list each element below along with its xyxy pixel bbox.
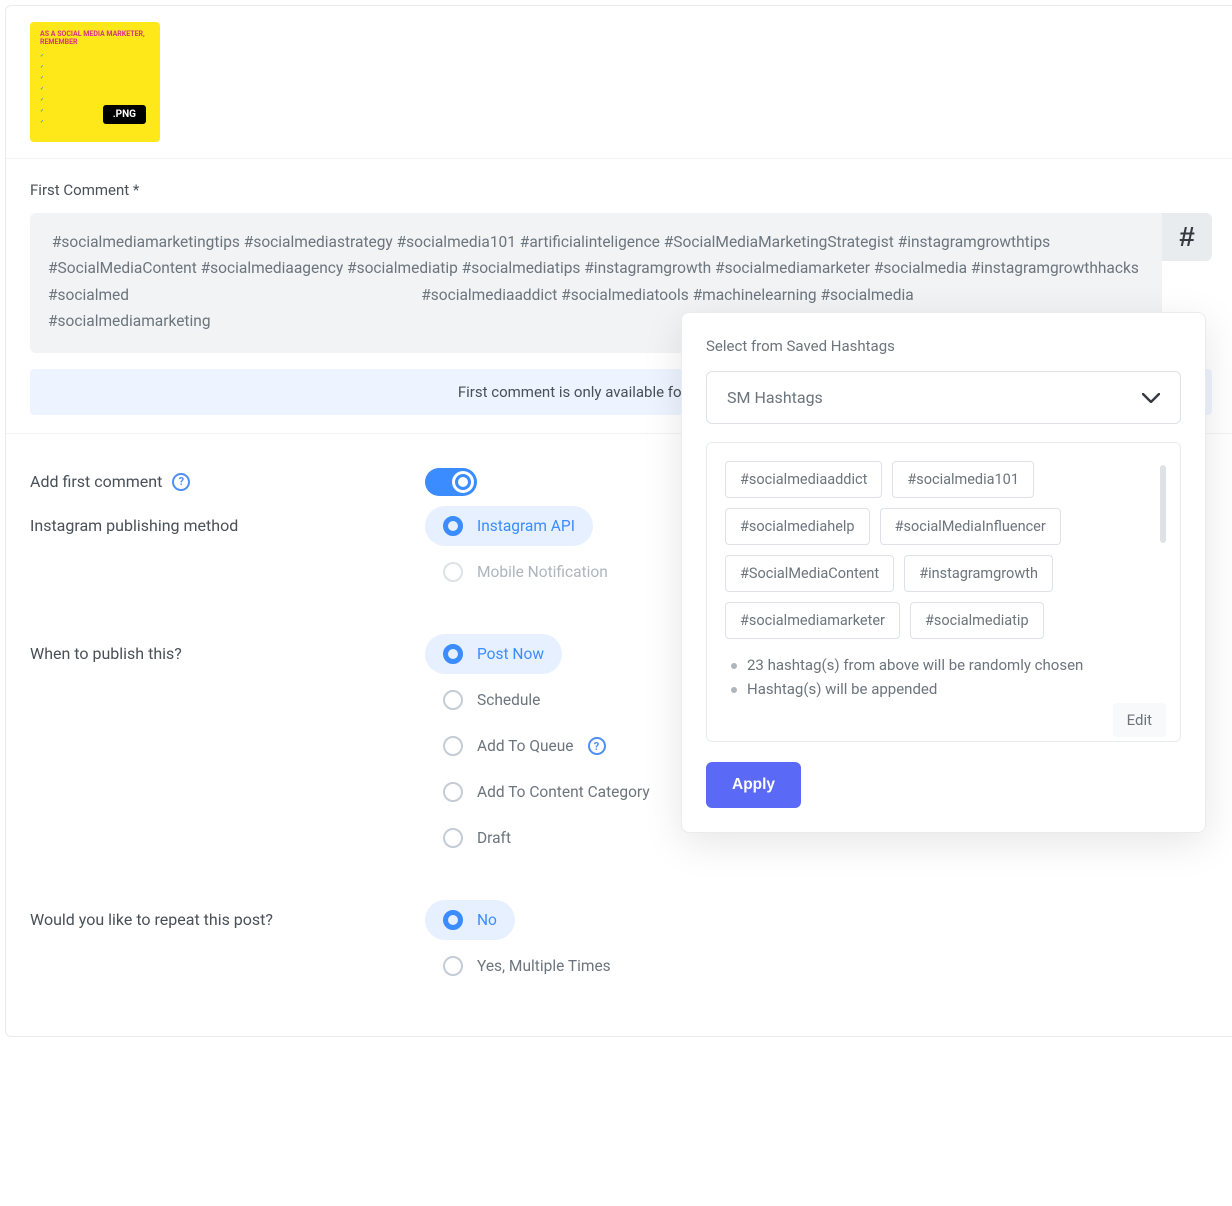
hashtag-picker-button[interactable]: # [1162, 213, 1212, 261]
radio-repeat-no[interactable]: No [425, 900, 515, 940]
saved-hashtags-popover: Select from Saved Hashtags SM Hashtags #… [681, 312, 1206, 833]
apply-button[interactable]: Apply [706, 762, 801, 808]
hashtag-chip[interactable]: #socialmediahelp [725, 508, 870, 545]
publishing-method-label: Instagram publishing method [30, 506, 425, 535]
radio-instagram-api[interactable]: Instagram API [425, 506, 593, 546]
hashtag-info-list: 23 hashtag(s) from above will be randoml… [725, 653, 1172, 701]
radio-add-to-queue[interactable]: Add To Queue ? [425, 726, 624, 766]
radio-draft[interactable]: Draft [425, 818, 529, 858]
help-icon[interactable]: ? [172, 473, 190, 491]
composer-panel: AS A SOCIAL MEDIA MARKETER, REMEMBER .PN… [5, 5, 1232, 1037]
hashtag-chip[interactable]: #socialmediaaddict [725, 461, 882, 498]
first-comment-label: First Comment * [30, 181, 1212, 199]
repeat-post-label: Would you like to repeat this post? [30, 900, 425, 929]
attachment-section: AS A SOCIAL MEDIA MARKETER, REMEMBER .PN… [6, 6, 1232, 159]
edit-hashtags-link[interactable]: Edit [1113, 703, 1166, 737]
add-first-comment-label: Add first comment ? [30, 462, 425, 491]
hashtag-chip[interactable]: #socialMediaInfluencer [880, 508, 1061, 545]
popover-title: Select from Saved Hashtags [706, 337, 1181, 355]
file-type-badge: .PNG [103, 105, 146, 124]
when-publish-options: Post Now Schedule Add To Queue ? Add To … [425, 634, 668, 858]
chevron-down-icon [1142, 393, 1160, 403]
attachment-thumbnail[interactable]: AS A SOCIAL MEDIA MARKETER, REMEMBER .PN… [30, 22, 160, 142]
radio-add-to-category[interactable]: Add To Content Category [425, 772, 668, 812]
publishing-method-options: Instagram API Mobile Notification [425, 506, 626, 592]
hashtag-chip[interactable]: #socialmediamarketer [725, 602, 900, 639]
add-first-comment-toggle[interactable] [425, 468, 477, 496]
radio-repeat-yes[interactable]: Yes, Multiple Times [425, 946, 629, 986]
hashtag-chip[interactable]: #socialmedia101 [892, 461, 1034, 498]
radio-schedule[interactable]: Schedule [425, 680, 558, 720]
when-publish-label: When to publish this? [30, 634, 425, 663]
help-icon[interactable]: ? [588, 737, 606, 755]
repeat-options: No Yes, Multiple Times [425, 900, 629, 986]
hashtag-chip[interactable]: #instagramgrowth [904, 555, 1053, 592]
radio-mobile-notification[interactable]: Mobile Notification [425, 552, 626, 592]
hashtag-chip[interactable]: #socialmediatip [910, 602, 1044, 639]
radio-post-now[interactable]: Post Now [425, 634, 562, 674]
hashtag-group-dropdown[interactable]: SM Hashtags [706, 371, 1181, 424]
hashtag-chip[interactable]: #SocialMediaContent [725, 555, 894, 592]
hashtag-list-box: #socialmediaaddict #socialmedia101 #soci… [706, 442, 1181, 742]
